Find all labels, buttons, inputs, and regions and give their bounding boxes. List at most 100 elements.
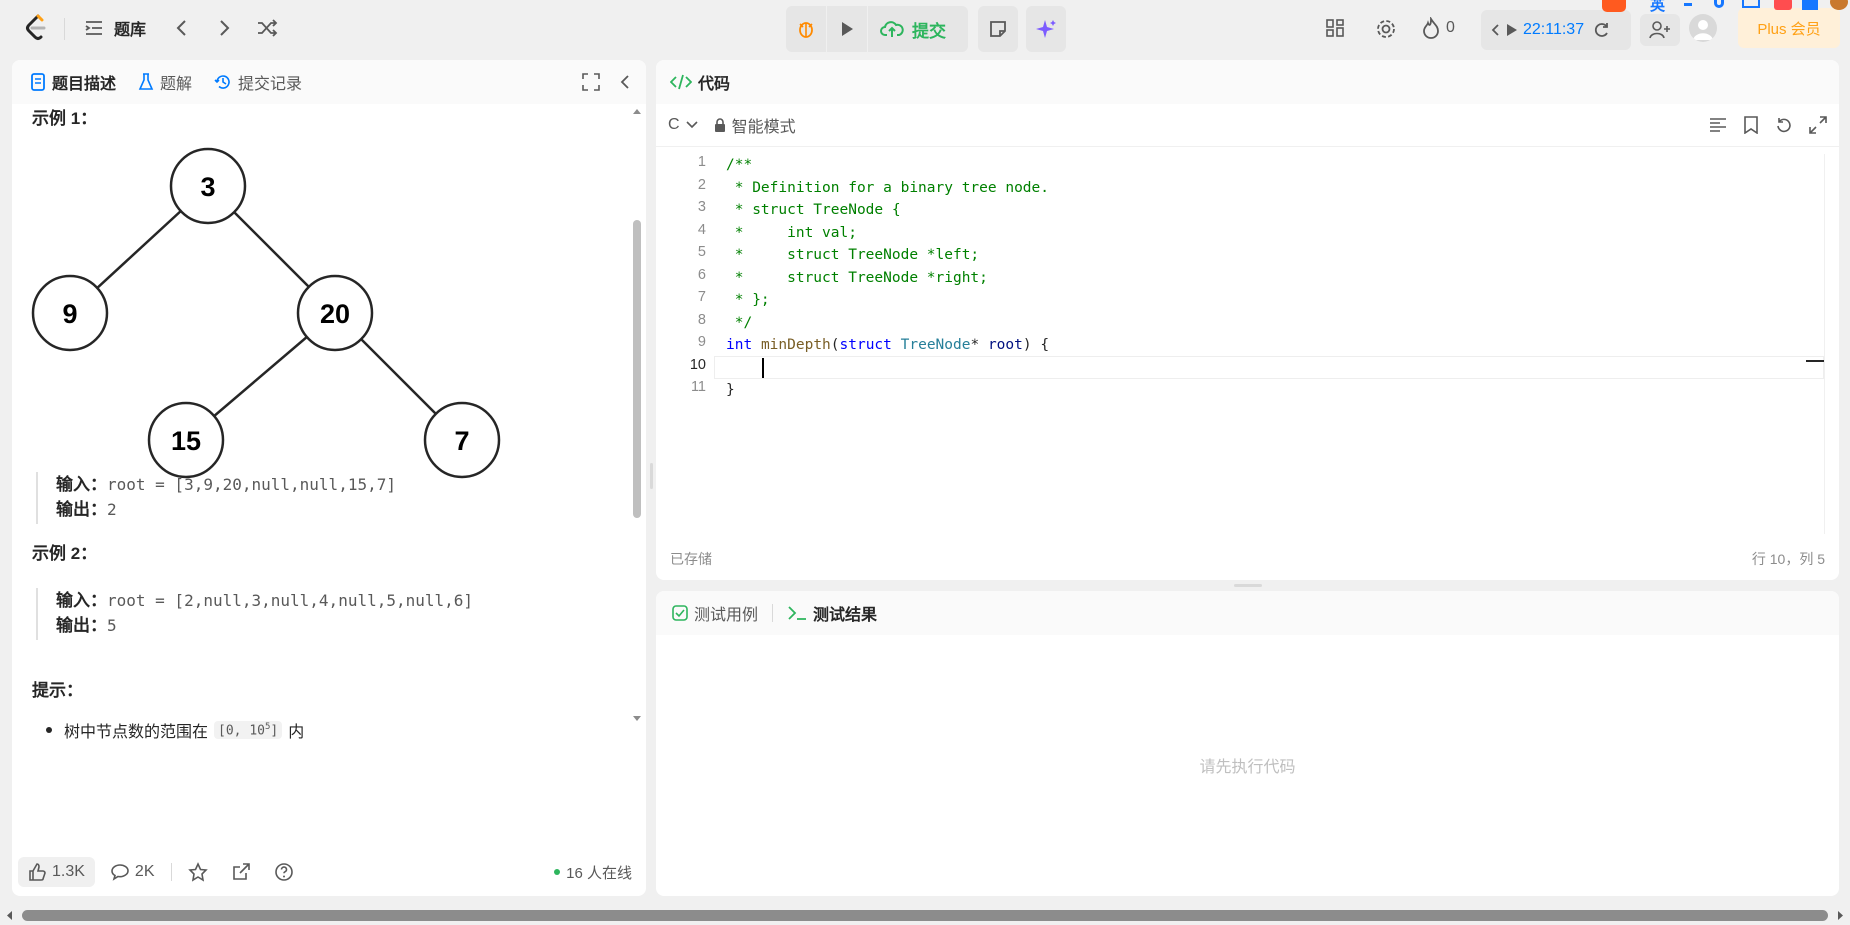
smart-mode-toggle[interactable]: 智能模式 xyxy=(714,113,796,137)
history-icon xyxy=(214,73,232,91)
ex1-input-value: root = [3,9,20,null,null,15,7] xyxy=(107,475,396,494)
example1-title: 示例 1： xyxy=(32,109,98,128)
code-panel: 代码 C 智能模式 1 2 3 4 5 6 7 8 9 10 11 /** * … xyxy=(656,60,1839,580)
help-icon[interactable] xyxy=(266,856,302,888)
bookmark-icon[interactable] xyxy=(1743,116,1759,134)
ime-keyboard-icon[interactable] xyxy=(1742,0,1760,8)
star-icon[interactable] xyxy=(180,856,216,888)
cursor-position: 行 10，列 5 xyxy=(1751,551,1825,567)
online-dot xyxy=(554,869,561,875)
ex2-output-label: 输出： xyxy=(56,616,107,635)
panel-resize-handle[interactable] xyxy=(1234,584,1262,587)
ime-mascot-icon[interactable] xyxy=(1830,0,1848,10)
code-line: */ xyxy=(726,314,753,331)
code-editor[interactable]: 1 2 3 4 5 6 7 8 9 10 11 /** * Definition… xyxy=(656,154,1824,534)
submit-label: 提交 xyxy=(912,21,946,41)
tree-node-label: 15 xyxy=(171,426,201,456)
settings-gear-icon[interactable] xyxy=(1375,18,1397,40)
ime-mic-icon[interactable] xyxy=(1714,0,1724,8)
plus-label: Plus 会员 xyxy=(1757,20,1821,38)
language-value: C xyxy=(668,116,680,133)
ime-skin-icon[interactable] xyxy=(1774,0,1792,10)
ime-lang-label[interactable]: 英 xyxy=(1650,0,1665,14)
document-icon xyxy=(30,73,46,91)
online-indicator: 16 人在线 xyxy=(554,862,632,883)
ime-toolbar: 英 xyxy=(1602,0,1850,14)
ex1-output-value: 2 xyxy=(107,500,117,519)
vertical-resize-handle[interactable] xyxy=(650,463,653,489)
add-friend-icon[interactable] xyxy=(1640,14,1680,46)
tab-submissions[interactable]: 提交记录 xyxy=(214,70,302,94)
leetcode-logo[interactable] xyxy=(24,14,50,42)
tree-node-label: 20 xyxy=(320,299,350,329)
note-button[interactable] xyxy=(978,6,1018,52)
ime-punct-icon[interactable] xyxy=(1684,0,1692,6)
comments-button[interactable]: 2K xyxy=(103,857,163,887)
like-count: 1.3K xyxy=(52,863,85,880)
code-line: * struct TreeNode *left; xyxy=(726,247,980,263)
code-line: * Definition for a binary tree node. xyxy=(726,179,1050,196)
run-button[interactable] xyxy=(827,6,867,52)
tab-description-label: 题目描述 xyxy=(52,76,117,93)
share-icon[interactable] xyxy=(224,857,258,887)
minimap-marker xyxy=(1806,360,1824,362)
ex1-output-label: 输出： xyxy=(56,500,107,519)
format-icon[interactable] xyxy=(1709,117,1727,133)
description-tabs: 题目描述 题解 提交记录 xyxy=(12,60,646,104)
next-problem-icon[interactable] xyxy=(214,18,234,38)
hint1-code: [0, 105] xyxy=(214,720,283,740)
code-lines: /** * Definition for a binary tree node.… xyxy=(726,154,1049,402)
fullscreen-icon[interactable] xyxy=(582,73,600,91)
collapse-panel-icon[interactable] xyxy=(618,73,632,91)
tab-test-results[interactable]: 测试结果 xyxy=(787,601,877,625)
streak-counter[interactable]: 0 xyxy=(1422,17,1455,39)
page-scroll-thumb[interactable] xyxy=(22,910,1828,921)
tab-testcases[interactable]: 测试用例 xyxy=(672,601,758,625)
ex2-input-label: 输入： xyxy=(56,591,107,610)
page-horizontal-scrollbar[interactable] xyxy=(0,906,1850,925)
description-panel: 题目描述 题解 提交记录 示例 1： 3 9 20 15 7 输入：root =… xyxy=(12,60,646,896)
timer-collapse-icon[interactable] xyxy=(1489,22,1501,38)
timer-value: 22:11:37 xyxy=(1523,21,1585,38)
like-button[interactable]: 1.3K xyxy=(18,857,95,887)
ai-sparkle-button[interactable] xyxy=(1026,6,1066,52)
checkbox-icon xyxy=(672,605,688,621)
text-cursor xyxy=(762,358,764,378)
hint1-prefix: 树中节点数的范围在 xyxy=(64,724,209,741)
ime-grid-icon[interactable] xyxy=(1802,0,1818,10)
layout-icon[interactable] xyxy=(1325,18,1345,38)
timer-play-icon[interactable] xyxy=(1505,22,1519,38)
problem-bank-link[interactable]: 题库 xyxy=(84,16,146,40)
tab-solutions[interactable]: 题解 xyxy=(138,70,192,94)
debug-icon[interactable] xyxy=(786,6,826,52)
terminal-icon xyxy=(787,605,807,621)
description-scroll-thumb[interactable] xyxy=(633,220,641,518)
reset-code-icon[interactable] xyxy=(1775,116,1793,134)
comment-count: 2K xyxy=(134,863,155,880)
tree-node-label: 7 xyxy=(454,426,469,456)
description-scrollbar[interactable] xyxy=(630,104,644,848)
binary-tree-diagram: 3 9 20 15 7 xyxy=(31,147,501,479)
code-line: /** xyxy=(726,157,753,173)
code-line: * int val; xyxy=(726,224,857,241)
flask-icon xyxy=(138,73,154,91)
shuffle-icon[interactable] xyxy=(256,18,278,38)
expand-editor-icon[interactable] xyxy=(1809,116,1827,134)
timer-reset-icon[interactable] xyxy=(1592,21,1610,39)
tab-description[interactable]: 题目描述 xyxy=(30,70,116,94)
results-empty-message: 请先执行代码 xyxy=(1199,759,1296,776)
avatar[interactable] xyxy=(1689,14,1717,42)
hint-item: 树中节点数的范围在 [0, 105] 内 xyxy=(46,718,304,742)
ex2-output-value: 5 xyxy=(107,616,117,635)
hint1-suffix: 内 xyxy=(288,724,305,741)
saved-status: 已存储 xyxy=(670,551,712,567)
ime-logo-icon[interactable] xyxy=(1602,0,1626,12)
tree-node-label: 9 xyxy=(62,299,77,329)
code-line: * }; xyxy=(726,292,770,308)
prev-problem-icon[interactable] xyxy=(172,18,192,38)
submit-button[interactable]: 提交 xyxy=(868,6,958,52)
language-select[interactable]: C xyxy=(668,116,698,134)
example2-title: 示例 2： xyxy=(32,544,98,563)
plus-membership-button[interactable]: Plus 会员 xyxy=(1738,8,1840,48)
